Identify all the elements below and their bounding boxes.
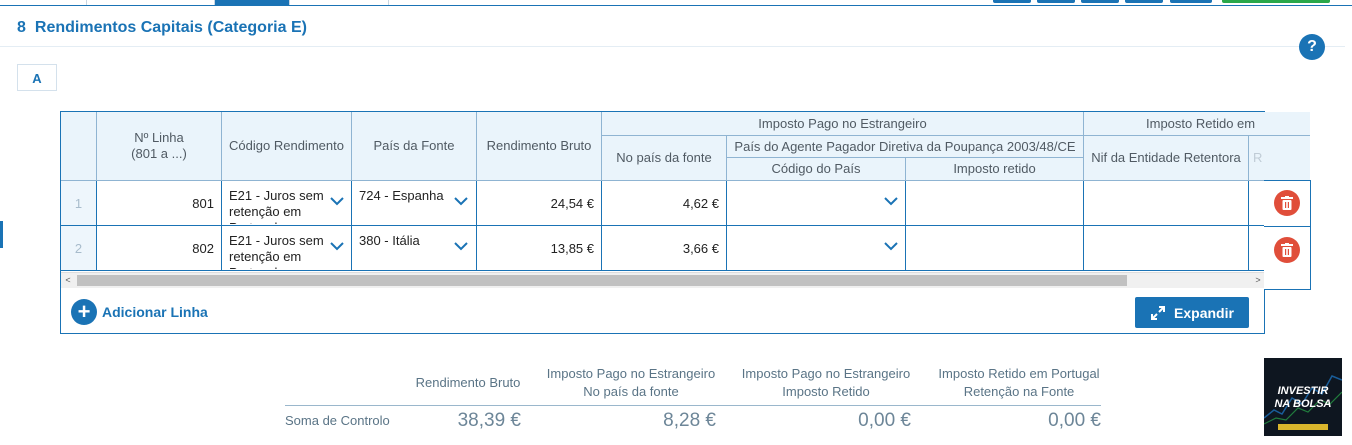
cell-imposto-retido[interactable]	[906, 181, 1084, 226]
no-pais-value: 4,62 €	[682, 195, 719, 211]
tab-a[interactable]: A	[17, 64, 57, 91]
section-title: 8 Rendimentos Capitais (Categoria E)	[17, 19, 307, 37]
chevron-down-icon	[884, 197, 898, 206]
header-cut: R	[1249, 136, 1310, 181]
header-linha: Nº Linha (801 a ...)	[97, 112, 222, 181]
linha-value: 801	[192, 195, 214, 211]
expand-label: Expandir	[1174, 304, 1234, 321]
select-value: 380 - Itália	[359, 233, 420, 248]
bruto-value: 24,54 €	[550, 195, 594, 211]
select-value: E21 - Juros sem retenção em Portugal	[229, 233, 324, 269]
header-rownum	[61, 112, 97, 181]
scroll-marker	[0, 221, 3, 248]
row-number: 1	[61, 181, 97, 226]
cell-no-pais-fonte[interactable]: 4,62 €	[602, 181, 727, 226]
row-number: 2	[61, 226, 97, 271]
select-value: 724 - Espanha	[359, 188, 444, 203]
delete-row-button[interactable]	[1274, 190, 1300, 216]
summary-header: Rendimento Bruto	[415, 375, 521, 390]
summary-header: Imposto Pago no Estrangeiro No país da f…	[546, 366, 716, 399]
summary-header: Imposto Retido em Portugal Retenção na F…	[938, 366, 1100, 399]
header-pais: País da Fonte	[352, 112, 477, 181]
header-codigo-pais: Código do País	[727, 158, 906, 181]
header-agente-pagador: País do Agente Pagador Diretiva da Poupa…	[727, 136, 1084, 158]
select-codigo-rendimento[interactable]: E21 - Juros sem retenção em Portugal	[222, 226, 352, 271]
scroll-right-arrow-icon[interactable]: >	[1251, 273, 1265, 288]
delete-row-button[interactable]	[1274, 237, 1300, 263]
scroll-left-arrow-icon[interactable]: <	[61, 273, 75, 288]
summary-value: 8,28 €	[663, 410, 716, 431]
toolbar-button[interactable]	[1081, 0, 1119, 3]
select-codigo-pais[interactable]	[727, 181, 906, 226]
select-pais-fonte[interactable]: 380 - Itália	[352, 226, 477, 271]
chevron-down-icon	[884, 242, 898, 251]
add-line-label: Adicionar Linha	[102, 304, 208, 320]
divider	[0, 46, 1345, 47]
toolbar-button[interactable]	[1125, 0, 1163, 3]
chevron-down-icon	[454, 197, 468, 206]
section-number: 8	[17, 19, 26, 36]
select-codigo-rendimento[interactable]: E21 - Juros sem retenção em Portugal	[222, 181, 352, 226]
chevron-down-icon	[330, 242, 344, 251]
scroll-thumb[interactable]	[77, 275, 1127, 286]
chevron-down-icon	[454, 242, 468, 251]
header-imposto-estrangeiro: Imposto Pago no Estrangeiro	[602, 112, 1084, 136]
toolbar-button[interactable]	[993, 0, 1031, 3]
divider	[285, 405, 1101, 406]
section-title-text: Rendimentos Capitais (Categoria E)	[34, 19, 307, 36]
cell-imposto-retido[interactable]	[906, 226, 1084, 271]
cell-nif[interactable]	[1084, 181, 1249, 226]
header-codigo: Código Rendimento	[222, 112, 352, 181]
header-no-pais-fonte: No país da fonte	[602, 136, 727, 181]
cell-linha[interactable]: 801	[97, 181, 222, 226]
no-pais-value: 3,66 €	[682, 240, 719, 256]
header-imposto-retido: Imposto retido	[906, 158, 1084, 181]
summary-value: 0,00 €	[858, 410, 911, 431]
toolbar-button[interactable]	[1037, 0, 1075, 3]
linha-value: 802	[192, 240, 214, 256]
expand-icon	[1151, 305, 1166, 320]
investir-na-bolsa-logo: INVESTIR NA BOLSA	[1264, 358, 1342, 436]
summary-header: Imposto Pago no Estrangeiro Imposto Reti…	[741, 366, 911, 399]
expand-button[interactable]: Expandir	[1135, 297, 1249, 328]
trash-icon	[1281, 243, 1293, 257]
data-table: Nº Linha (801 a ...) Código Rendimento P…	[61, 112, 1310, 289]
divider	[1264, 226, 1310, 227]
summary-label: Soma de Controlo	[285, 413, 390, 428]
select-pais-fonte[interactable]: 724 - Espanha	[352, 181, 477, 226]
cell-linha[interactable]: 802	[97, 226, 222, 271]
toolbar-button[interactable]	[1170, 0, 1212, 3]
summary-value: 38,39 €	[457, 410, 521, 431]
cell-no-pais-fonte[interactable]: 3,66 €	[602, 226, 727, 271]
cell-nif[interactable]	[1084, 226, 1249, 271]
add-line-button[interactable]: + Adicionar Linha	[71, 299, 208, 325]
toolbar-green-button[interactable]	[1222, 0, 1330, 3]
logo-line2: NA BOLSA	[1274, 398, 1332, 410]
divider	[0, 5, 1352, 6]
select-codigo-pais[interactable]	[727, 226, 906, 271]
chevron-down-icon	[330, 197, 344, 206]
row-actions-column	[1264, 180, 1311, 290]
logo-line1: INVESTIR	[1277, 385, 1329, 397]
header-bruto: Rendimento Bruto	[477, 112, 602, 181]
select-value: E21 - Juros sem retenção em Portugal	[229, 188, 324, 224]
cell-rendimento-bruto[interactable]: 13,85 €	[477, 226, 602, 271]
cell-rendimento-bruto[interactable]: 24,54 €	[477, 181, 602, 226]
logo-bar	[1278, 424, 1328, 430]
horizontal-scrollbar[interactable]: < >	[61, 272, 1265, 288]
help-icon[interactable]: ?	[1299, 34, 1325, 60]
header-imposto-retido-em: Imposto Retido em	[1084, 112, 1310, 136]
trash-icon	[1281, 196, 1293, 210]
plus-icon: +	[71, 299, 97, 325]
summary-value: 0,00 €	[1048, 410, 1101, 431]
header-nif: Nif da Entidade Retentora	[1084, 136, 1249, 181]
bruto-value: 13,85 €	[550, 240, 594, 256]
